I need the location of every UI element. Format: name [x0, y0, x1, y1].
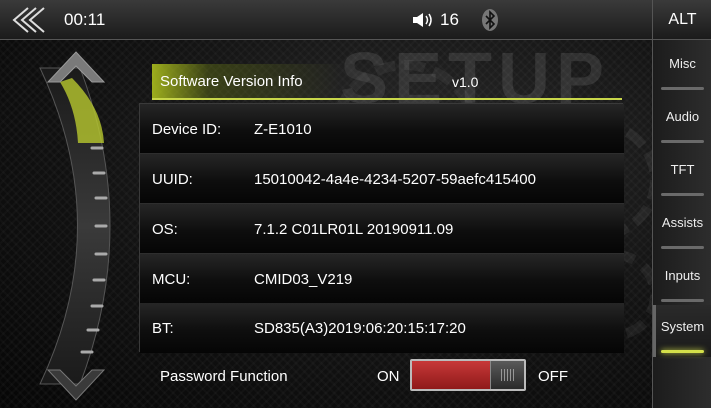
info-row-bt: BT: SD835(A3)2019:06:20:15:17:20 — [140, 303, 624, 353]
version-label: v1.0 — [452, 74, 479, 90]
password-function-label: Password Function — [160, 368, 288, 385]
row-label: Device ID: — [152, 121, 222, 138]
row-value: 15010042-4a4e-4234-5207-59aefc415400 — [254, 171, 536, 188]
info-header: Software Version Info v1.0 — [152, 64, 622, 100]
row-label: MCU: — [152, 271, 191, 288]
back-chevrons-icon — [12, 7, 45, 33]
scroll-up-icon[interactable] — [40, 48, 110, 84]
back-button[interactable] — [8, 6, 58, 34]
toggle-off-label: OFF — [538, 368, 568, 385]
row-value: SD835(A3)2019:06:20:15:17:20 — [254, 320, 466, 337]
info-row-os: OS: 7.1.2 C01LR01L 20190911.09 — [140, 204, 624, 254]
info-panel: Device ID: Z-E1010 UUID: 15010042-4a4e-4… — [139, 103, 624, 353]
info-row-uuid: UUID: 15010042-4a4e-4234-5207-59aefc4154… — [140, 154, 624, 204]
scroll-arc[interactable] — [20, 48, 130, 404]
scroll-down-icon[interactable] — [40, 368, 110, 404]
sidebar-item-inputs[interactable]: Inputs — [653, 254, 711, 306]
info-row-device-id: Device ID: Z-E1010 — [140, 104, 624, 154]
sidebar-item-misc[interactable]: Misc — [653, 42, 711, 94]
settings-sidebar: ALT Misc Audio TFT Assists Inputs System — [652, 0, 711, 408]
row-label: UUID: — [152, 171, 193, 188]
sidebar-item-audio[interactable]: Audio — [653, 95, 711, 147]
status-bar: 00:11 16 — [0, 0, 652, 40]
row-value: CMID03_V219 — [254, 271, 353, 288]
volume-level: 16 — [440, 10, 459, 29]
sidebar-item-tft[interactable]: TFT — [653, 148, 711, 200]
row-value: 7.1.2 C01LR01L 20190911.09 — [254, 221, 454, 238]
row-value: Z-E1010 — [254, 121, 312, 138]
sidebar-item-assists[interactable]: Assists — [653, 201, 711, 253]
password-toggle[interactable] — [410, 359, 526, 391]
clock: 00:11 — [64, 10, 106, 29]
page-title: Software Version Info — [160, 73, 303, 90]
toggle-knob[interactable] — [490, 361, 524, 389]
info-row-mcu: MCU: CMID03_V219 — [140, 254, 624, 304]
sidebar-item-system[interactable]: System — [653, 305, 711, 357]
alt-button[interactable]: ALT — [653, 0, 711, 40]
toggle-on-label: ON — [377, 368, 400, 385]
speaker-icon — [412, 12, 436, 28]
bluetooth-icon — [478, 8, 502, 32]
row-label: OS: — [152, 221, 178, 238]
setup-screen: SETUP 00:11 16 ALT — [0, 0, 711, 408]
row-label: BT: — [152, 320, 174, 337]
